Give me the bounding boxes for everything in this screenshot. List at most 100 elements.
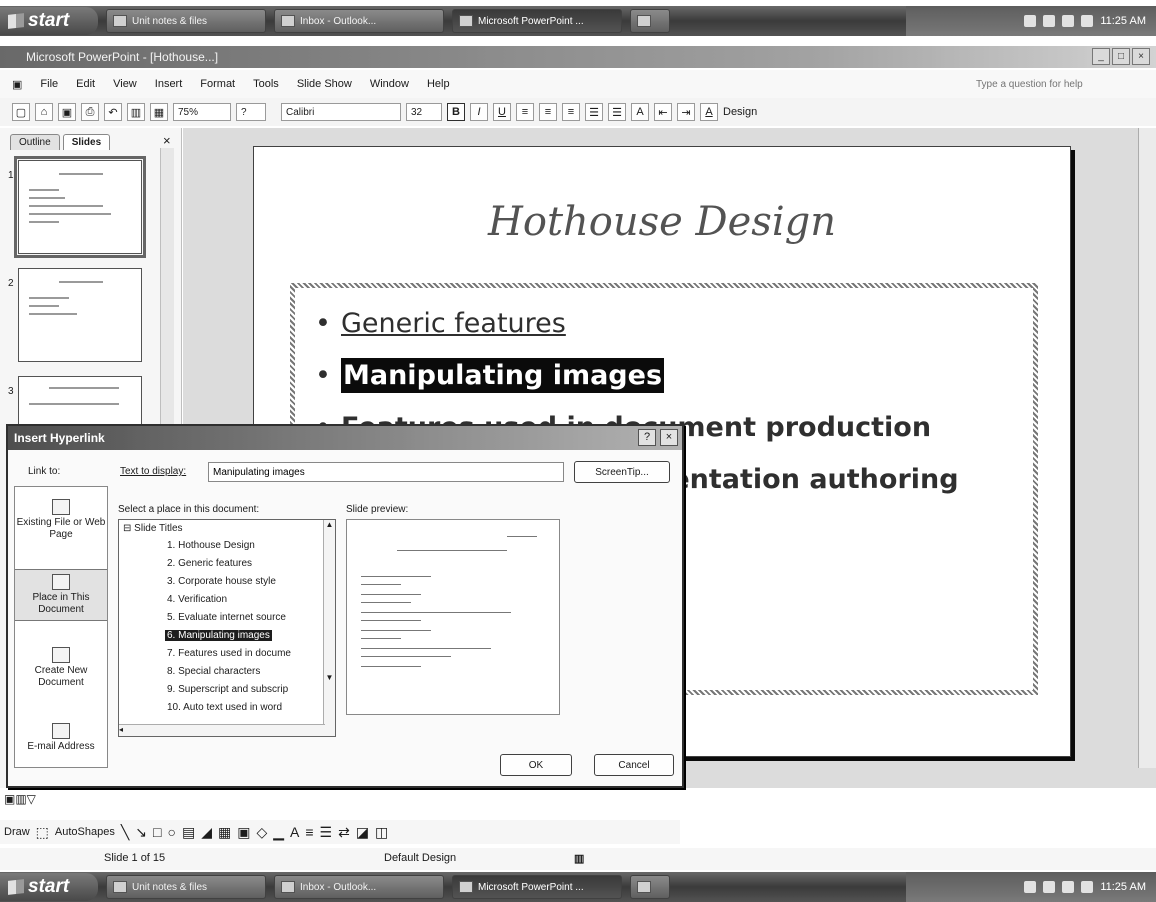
tree-hscrollbar[interactable]: ◂ [119, 724, 325, 736]
menu-insert[interactable]: Insert [155, 78, 183, 90]
tree-item[interactable]: 7. Features used in docume [167, 648, 291, 659]
taskbar-button[interactable]: Inbox - Outlook... [274, 9, 444, 33]
font-color-icon[interactable]: A [290, 824, 299, 840]
decrease-indent-icon[interactable]: ⇤ [654, 103, 672, 121]
tree-root[interactable]: ⊟ Slide Titles [123, 523, 183, 534]
screentip-button[interactable]: ScreenTip... [574, 461, 670, 483]
tree-item[interactable]: 4. Verification [167, 594, 227, 605]
place-tree[interactable]: ⊟ Slide Titles 1. Hothouse Design 2. Gen… [118, 519, 336, 737]
help-icon[interactable]: ? [236, 103, 266, 121]
help-icon[interactable]: ? [638, 429, 656, 446]
wordart-icon[interactable]: ◢ [201, 824, 212, 841]
spelling-icon[interactable]: ▥ [574, 852, 584, 865]
font-color-icon[interactable]: A [700, 103, 718, 121]
link-place-in-document[interactable]: Place in This Document [15, 569, 107, 621]
slide-thumbnail-2[interactable] [18, 268, 142, 362]
maximize-icon[interactable]: □ [1112, 48, 1130, 65]
numbering-icon[interactable]: ☰ [585, 103, 603, 121]
link-create-new-document[interactable]: Create New Document [15, 647, 107, 689]
open-icon[interactable]: ⌂ [35, 103, 53, 121]
tray-icon[interactable] [1043, 15, 1056, 27]
menu-edit[interactable]: Edit [76, 78, 95, 90]
view-buttons[interactable]: ▣▥▽ [4, 792, 36, 806]
vertical-scrollbar[interactable] [1138, 128, 1156, 768]
undo-icon[interactable]: ↶ [104, 103, 122, 121]
taskbar-button-powerpoint[interactable]: Microsoft PowerPoint ... [452, 9, 622, 33]
tray-icon[interactable] [1024, 881, 1037, 893]
close-panel-icon[interactable]: × [163, 133, 171, 148]
clipart-icon[interactable]: ▦ [218, 824, 231, 841]
table-icon[interactable]: ▦ [150, 103, 168, 121]
menu-view[interactable]: View [113, 78, 137, 90]
textbox-icon[interactable]: ▤ [182, 824, 195, 841]
link-existing-file[interactable]: Existing File or Web Page [15, 499, 107, 541]
taskbar-button[interactable]: Unit notes & files [106, 9, 266, 33]
select-pointer-icon[interactable]: ⬚ [36, 824, 49, 841]
line-color-icon[interactable]: ▁ [273, 824, 284, 841]
slide-title[interactable]: Hothouse Design [254, 199, 1070, 245]
line-icon[interactable]: ╲ [121, 824, 129, 841]
tab-outline[interactable]: Outline [10, 134, 60, 150]
tree-scrollbar[interactable]: ▲ ▼ [323, 520, 335, 736]
tree-item[interactable]: 2. Generic features [167, 558, 252, 569]
oval-icon[interactable]: ○ [167, 824, 175, 840]
line-style-icon[interactable]: ≡ [305, 824, 313, 840]
help-search-input[interactable] [976, 76, 1116, 92]
arrow-icon[interactable]: ↘ [135, 824, 147, 841]
fill-color-icon[interactable]: ◇ [256, 824, 267, 841]
arrow-style-icon[interactable]: ⇄ [338, 824, 350, 841]
new-icon[interactable]: ▢ [12, 103, 30, 121]
menu-slideshow[interactable]: Slide Show [297, 78, 352, 90]
save-icon[interactable]: ▣ [58, 103, 76, 121]
align-center-icon[interactable]: ≡ [539, 103, 557, 121]
close-icon[interactable]: × [1132, 48, 1150, 65]
align-left-icon[interactable]: ≡ [516, 103, 534, 121]
tree-item[interactable]: 9. Superscript and subscrip [167, 684, 288, 695]
rectangle-icon[interactable]: □ [153, 824, 161, 840]
start-button[interactable]: start [0, 7, 98, 35]
text-to-display-input[interactable] [208, 462, 564, 482]
picture-icon[interactable]: ▣ [237, 824, 250, 841]
menu-help[interactable]: Help [427, 78, 450, 90]
ok-button[interactable]: OK [500, 754, 572, 776]
tree-item[interactable]: 1. Hothouse Design [167, 540, 255, 551]
minimize-icon[interactable]: _ [1092, 48, 1110, 65]
bullet-item-selected[interactable]: Manipulating images [311, 350, 959, 402]
3d-icon[interactable]: ◫ [375, 824, 388, 841]
tray-icon[interactable] [1062, 881, 1075, 893]
menu-window[interactable]: Window [370, 78, 409, 90]
menu-tools[interactable]: Tools [253, 78, 279, 90]
start-button[interactable]: start [0, 873, 98, 901]
dash-style-icon[interactable]: ☰ [320, 824, 333, 841]
tree-item[interactable]: 3. Corporate house style [167, 576, 276, 587]
tray-icon[interactable] [1081, 15, 1094, 27]
increase-font-icon[interactable]: A [631, 103, 649, 121]
taskbar-button[interactable] [630, 875, 670, 899]
link-email-address[interactable]: E-mail Address [15, 723, 107, 753]
close-icon[interactable]: × [660, 429, 678, 446]
italic-icon[interactable]: I [470, 103, 488, 121]
tree-item[interactable]: 10. Auto text used in word [167, 702, 282, 713]
app-icon[interactable]: ▣ [12, 78, 22, 91]
underline-icon[interactable]: U [493, 103, 511, 121]
taskbar-button[interactable] [630, 9, 670, 33]
font-select[interactable]: Calibri [281, 103, 401, 121]
tray-icon[interactable] [1024, 15, 1037, 27]
taskbar-button-powerpoint[interactable]: Microsoft PowerPoint ... [452, 875, 622, 899]
tray-icon[interactable] [1062, 15, 1075, 27]
bullet-item[interactable]: Generic features [311, 298, 959, 350]
tray-icon[interactable] [1043, 881, 1056, 893]
zoom-select[interactable]: 75% [173, 103, 231, 121]
cancel-button[interactable]: Cancel [594, 754, 674, 776]
font-size-select[interactable]: 32 [406, 103, 442, 121]
menu-file[interactable]: File [40, 78, 58, 90]
tree-item[interactable]: 8. Special characters [167, 666, 260, 677]
bullets-icon[interactable]: ☰ [608, 103, 626, 121]
slide-thumbnail-1[interactable] [14, 156, 146, 258]
tray-icon[interactable] [1081, 881, 1094, 893]
print-icon[interactable]: ⎙ [81, 103, 99, 121]
tab-slides[interactable]: Slides [62, 134, 111, 150]
draw-menu[interactable]: Draw [4, 826, 30, 838]
chart-icon[interactable]: ▥ [127, 103, 145, 121]
tree-item-selected[interactable]: 6. Manipulating images [165, 630, 272, 641]
